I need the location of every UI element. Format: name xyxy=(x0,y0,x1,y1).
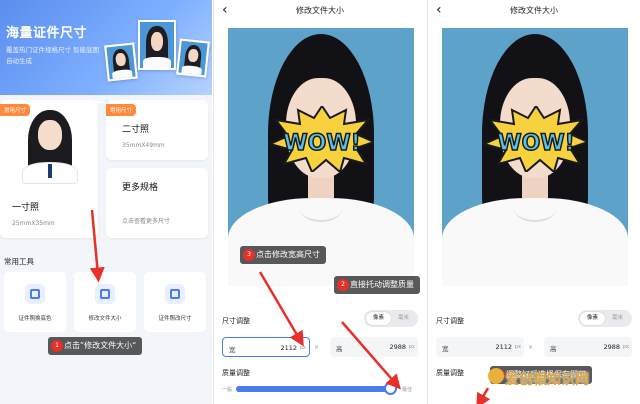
width-value: 2112 xyxy=(280,344,297,352)
card-one-inch[interactable]: 常用尺寸 一寸照 25mmX35mm xyxy=(0,100,98,238)
crop-icon xyxy=(165,284,185,304)
promo-banner[interactable]: 海量证件尺寸 覆盖热门证件规格尺寸 智能底图自动生成 xyxy=(0,0,212,103)
height-field[interactable]: 高 2988 px xyxy=(330,337,418,357)
one-inch-portrait xyxy=(22,110,78,184)
wow-sticker: WOW! xyxy=(267,104,377,174)
card-size: 点击查看更多尺寸 xyxy=(122,218,171,225)
annotation-step-2: 2 直接托动调整质量 xyxy=(334,276,420,294)
unit-mm-option[interactable]: 毫米 xyxy=(391,312,416,325)
height-label: 高 xyxy=(336,345,343,353)
height-field[interactable]: 高 2988 px xyxy=(544,337,632,357)
annotation-text: 直接托动调整质量 xyxy=(350,280,414,289)
card-size: 25mmX35mm xyxy=(12,220,55,227)
height-value: 2988 xyxy=(603,343,620,351)
card-two-inch[interactable]: 常用尺寸 二寸照 35mmX49mm xyxy=(106,100,208,160)
size-section-title: 尺寸调整 xyxy=(222,317,250,325)
unit-pixel-option[interactable]: 像素 xyxy=(580,312,605,325)
slider-max-label: 最佳 xyxy=(402,387,413,393)
nav-bar: ‹ 修改文件大小 xyxy=(214,0,426,22)
step-number: 2 xyxy=(337,279,349,291)
card-name: 二寸照 xyxy=(122,125,150,135)
quality-section-title: 质量调整 xyxy=(436,369,464,377)
nav-bar: ‹ 修改文件大小 xyxy=(428,0,640,22)
slider-fill xyxy=(236,386,392,392)
height-value: 2988 xyxy=(389,343,406,351)
width-field[interactable]: 宽 2112 px xyxy=(436,337,524,357)
tool-label: 修改文件大小 xyxy=(88,316,122,322)
width-unit: px xyxy=(514,344,521,350)
id-photo-preview: WOW! xyxy=(442,28,628,286)
width-value: 2112 xyxy=(495,343,512,351)
unit-toggle[interactable]: 像素 毫米 xyxy=(578,310,632,327)
wow-sticker: WOW! xyxy=(481,104,591,174)
tool-label: 证件照改尺寸 xyxy=(158,316,192,322)
watermark-logo-icon xyxy=(488,368,504,384)
step-number: 3 xyxy=(243,249,255,261)
tools-section-title: 常用工具 xyxy=(4,257,34,266)
card-size: 35mmX49mm xyxy=(122,142,165,149)
page-title: 修改文件大小 xyxy=(296,6,344,15)
common-size-tag: 常用尺寸 xyxy=(106,104,137,116)
tool-change-size[interactable]: 证件照改尺寸 xyxy=(144,272,206,332)
banner-photo-center xyxy=(138,20,176,70)
slider-knob[interactable] xyxy=(384,382,398,395)
height-unit: px xyxy=(622,344,629,350)
step-number: 1 xyxy=(51,340,63,352)
annotation-step-1: 1 点击”修改文件大小“ xyxy=(48,337,143,355)
width-label: 宽 xyxy=(229,346,236,354)
home-screen: 海量证件尺寸 覆盖热门证件规格尺寸 智能底图自动生成 常用尺寸 一寸照 25mm… xyxy=(0,0,212,404)
quality-slider[interactable] xyxy=(236,382,398,395)
slider-min-label: 一般 xyxy=(222,387,233,393)
height-unit: px xyxy=(408,344,415,350)
tool-change-background[interactable]: 证件照换底色 xyxy=(4,272,66,332)
height-label: 高 xyxy=(550,345,557,353)
card-name: 更多规格 xyxy=(122,183,159,193)
unit-pixel-option[interactable]: 像素 xyxy=(366,312,391,325)
times-sign: × xyxy=(528,344,534,351)
width-label: 宽 xyxy=(442,345,449,353)
page-title: 修改文件大小 xyxy=(510,6,558,15)
unit-toggle[interactable]: 像素 毫米 xyxy=(364,310,418,327)
watermark-text: 爱创根知识网 xyxy=(505,372,589,388)
unit-mm-option[interactable]: 毫米 xyxy=(605,312,630,325)
width-unit: px xyxy=(299,345,306,351)
layers-icon xyxy=(25,284,45,304)
size-section-title: 尺寸调整 xyxy=(436,317,464,325)
quality-section-title: 质量调整 xyxy=(222,369,250,377)
card-more-sizes[interactable]: 更多规格 点击查看更多尺寸 xyxy=(106,168,208,238)
annotation-text: 点击修改宽高尺寸 xyxy=(256,250,320,259)
annotation-step-3: 3 点击修改宽高尺寸 xyxy=(240,246,326,264)
banner-title: 海量证件尺寸 xyxy=(6,26,88,41)
annotation-text: 点击”修改文件大小“ xyxy=(64,341,137,350)
resize-screen-left: ‹ 修改文件大小 WOW! 尺寸调整 像素 毫米 宽 2112 px × 高 2… xyxy=(213,0,426,404)
controls-panel: 尺寸调整 像素 毫米 宽 2112 px × 高 2988 px 质量调整 一般… xyxy=(214,300,426,404)
banner-subtitle: 覆盖热门证件规格尺寸 智能底图自动生成 xyxy=(6,46,100,65)
tool-label: 证件照换底色 xyxy=(18,316,52,322)
banner-photo-left xyxy=(104,42,138,82)
document-icon xyxy=(95,284,115,304)
banner-photo-right xyxy=(176,38,210,78)
times-sign: × xyxy=(314,344,320,351)
tool-resize-file[interactable]: 修改文件大小 xyxy=(74,272,136,332)
width-field[interactable]: 宽 2112 px xyxy=(222,337,310,357)
wow-text: WOW! xyxy=(283,131,360,156)
resize-screen-right: ‹ 修改文件大小 WOW! 尺寸调整 像素 毫米 宽 2112 px × 高 2… xyxy=(427,0,640,404)
wow-text: WOW! xyxy=(497,131,574,156)
card-name: 一寸照 xyxy=(12,203,40,213)
